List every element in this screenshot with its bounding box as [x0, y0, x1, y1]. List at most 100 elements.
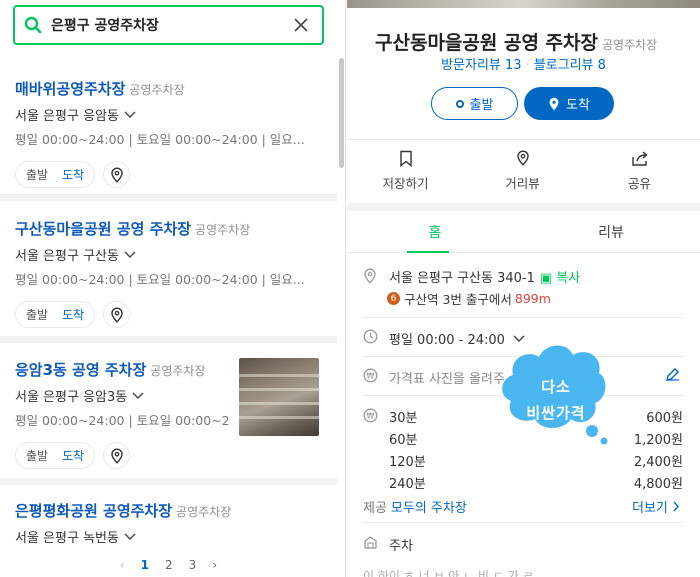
subway-directions: 구산역 3번 출구에서 [404, 292, 512, 307]
route-pill: 출발 도착 [15, 301, 96, 328]
price-duration: 120분 [389, 454, 426, 470]
bookmark-icon [399, 150, 412, 167]
results-scrollbar[interactable] [339, 58, 344, 168]
result-address: 서울 은평구 녹번동 [15, 531, 119, 546]
arrive-link[interactable]: 도착 [62, 447, 84, 464]
subway-distance: 899m [514, 291, 551, 306]
price-value: 1,200원 [633, 432, 683, 448]
price-tag-icon: ₩ [363, 368, 378, 383]
more-label: 더보기 [632, 501, 668, 516]
price-row: 240분 4,800원 [389, 471, 683, 493]
save-label: 저장하기 [382, 176, 429, 191]
prev-page-button[interactable]: ‹ [120, 558, 125, 572]
result-hours: 평일 00:00~24:00 | 토요일 00:00~24: [15, 413, 230, 428]
map-pin-icon [110, 306, 123, 323]
map-pin-button[interactable] [103, 161, 131, 188]
tab-review[interactable]: 리뷰 [523, 211, 699, 252]
depart-link[interactable]: 출발 [26, 166, 48, 183]
place-category: 공영주차장 [602, 38, 658, 52]
price-row: 120분 2,400원 [389, 449, 683, 471]
price-value: 4,800원 [633, 476, 683, 492]
visitor-review-link[interactable]: 방문자리뷰 13 [441, 58, 521, 73]
hours-text: 평일 00:00 - 24:00 [389, 333, 505, 348]
result-title[interactable]: 은평평화공원 공영주차장 [15, 502, 172, 520]
result-hours: 평일 00:00~24:00 | 토요일 00:00~24:00 | 일요... [15, 132, 305, 147]
search-results-panel: 매바위공영주차장공영주차장 서울 은평구 응암동 평일 00:00~24:00 … [0, 0, 346, 577]
parking-info: 주차 [389, 539, 413, 554]
page-link[interactable]: 1 [141, 558, 149, 572]
share-button[interactable]: 공유 [581, 150, 698, 192]
copy-label: 복사 [556, 271, 581, 286]
chevron-down-icon[interactable] [131, 391, 145, 401]
depart-link[interactable]: 출발 [26, 306, 48, 323]
location-icon [364, 268, 376, 284]
app-root: 매바위공영주차장공영주차장 서울 은평구 응암동 평일 00:00~24:00 … [0, 0, 700, 577]
arrive-link[interactable]: 도착 [62, 306, 84, 323]
cloud-note: 다소 비싼가격 [506, 374, 606, 426]
blog-review-link[interactable]: 블로그리뷰 8 [534, 58, 606, 73]
action-bar: 저장하기 거리뷰 공유 [347, 150, 700, 192]
share-icon [631, 151, 648, 166]
chevron-down-icon[interactable] [123, 250, 137, 260]
location-icon [516, 150, 529, 166]
active-tab-indicator [407, 251, 449, 253]
result-thumbnail[interactable] [239, 358, 319, 436]
clear-search-icon[interactable] [292, 16, 310, 34]
arrive-label: 도착 [566, 98, 590, 113]
save-button[interactable]: 저장하기 [347, 150, 464, 192]
result-address: 서울 은평구 구산동 [15, 249, 119, 264]
result-item[interactable]: 구산동마을공원 공영 주차장 공영주차장 서울 은평구 구산동 평일 00:00~… [0, 208, 337, 343]
search-icon [15, 16, 51, 34]
tab-home[interactable]: 홈 [347, 211, 523, 252]
price-duration: 30분 [389, 410, 418, 426]
arrive-button[interactable]: 도착 [524, 87, 614, 120]
svg-text:₩: ₩ [367, 412, 375, 421]
map-pin-button[interactable] [103, 301, 131, 328]
price-photo-hint[interactable]: 가격표 사진을 올려주 [389, 368, 505, 387]
next-page-button[interactable]: › [212, 558, 217, 572]
arrive-link[interactable]: 도착 [62, 166, 84, 183]
page-link[interactable]: 3 [189, 558, 197, 572]
page-link[interactable]: 2 [165, 558, 173, 572]
map-pin-button[interactable] [103, 442, 131, 469]
result-title[interactable]: 매바위공영주차장 [15, 80, 125, 98]
provider-link[interactable]: 모두의 주차장 [391, 501, 467, 516]
place-detail-panel: 구산동마을공원 공영 주차장 공영주차장 방문자리뷰 13 · 블로그리뷰 8 출발 … [347, 0, 700, 577]
subway-line-badge: 6 [387, 292, 400, 305]
place-title: 구산동마을공원 공영 주차장 [375, 32, 598, 54]
copy-address-button[interactable]: ▣ 복사 [540, 271, 580, 286]
search-input[interactable] [51, 17, 281, 33]
result-category: 공영주차장 [150, 364, 206, 378]
street-view-button[interactable]: 거리뷰 [464, 150, 581, 192]
map-pin-icon [549, 97, 559, 110]
chevron-right-icon [673, 501, 679, 512]
street-view-label: 거리뷰 [505, 176, 540, 191]
chevron-down-icon[interactable] [123, 110, 137, 120]
price-value: 2,400원 [633, 454, 683, 470]
svg-text:₩: ₩ [367, 372, 375, 381]
origin-dot-icon [455, 99, 464, 108]
result-item[interactable]: 매바위공영주차장 공영주차장 서울 은평구 응암동 평일 00:00~24:00 … [0, 66, 337, 201]
map-pin-icon [110, 166, 123, 183]
price-value: 600원 [646, 410, 683, 426]
route-pill: 출발 도착 [15, 161, 96, 188]
result-category: 공영주차장 [176, 505, 232, 519]
more-link[interactable]: 더보기 [632, 497, 680, 516]
result-category: 공영주차장 [129, 83, 185, 97]
depart-label: 출발 [469, 98, 494, 113]
result-title[interactable]: 응암3동 공영 주차장 [15, 361, 146, 379]
depart-button[interactable]: 출발 [431, 87, 518, 120]
edit-pencil-icon[interactable] [665, 367, 680, 382]
depart-link[interactable]: 출발 [26, 447, 48, 464]
share-label: 공유 [627, 176, 651, 191]
detail-tabs: 홈 리뷰 [347, 211, 700, 253]
chevron-down-icon[interactable] [123, 532, 137, 542]
map-pin-icon [110, 447, 123, 464]
result-title[interactable]: 구산동마을공원 공영 주차장 [15, 220, 191, 238]
price-duration: 240분 [389, 476, 426, 492]
price-duration: 60분 [389, 432, 418, 448]
partially-visible-row: 이 하이 ㅎ 너 ㅂ 아 ㄴ 비 ㄷ 가 ㄹ [363, 569, 534, 577]
search-box[interactable] [13, 5, 324, 45]
won-icon: ₩ [363, 408, 378, 423]
result-address: 서울 은평구 응암동 [15, 109, 119, 124]
